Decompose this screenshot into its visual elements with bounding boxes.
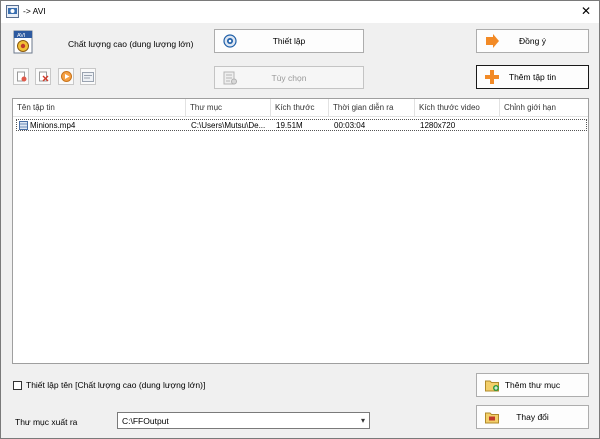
change-label: Thay đổi [516,412,549,422]
close-icon[interactable]: ✕ [579,4,593,18]
add-folder-icon [485,380,499,392]
converter-window: -> AVI ✕ AVI Chất lượng cao (dung lượng … [0,0,600,439]
list-header: Tên tập tin Thư mục Kích thước Thời gian… [13,99,588,117]
options-icon [223,71,237,84]
settings-label: Thiết lập [272,36,306,46]
add-folder-button[interactable]: Thêm thư mục [476,373,589,397]
window-title: -> AVI [23,6,46,16]
options-label: Tùy chọn [271,72,307,83]
remove-file-button[interactable] [13,68,29,85]
add-folder-label: Thêm thư mục [504,380,561,390]
clear-list-icon [38,71,48,82]
cell-video-size: 1280x720 [420,121,456,130]
video-file-icon [19,121,28,130]
output-folder-value: C:\FFOutput [122,416,169,426]
avi-badge-text: AVI [17,33,26,39]
settings-icon [223,34,237,48]
plus-icon [485,70,499,84]
avi-format-icon: AVI [13,30,33,54]
add-file-label: Thêm tập tin [508,72,557,82]
profile-label: Chất lượng cao (dung lượng lớn) [68,39,194,49]
cell-limit [503,120,587,132]
ok-button[interactable]: Đồng ý [476,29,589,53]
remove-file-icon [16,71,26,82]
media-info-icon [82,71,94,82]
cell-file-name: Minions.mp4 [30,121,76,130]
file-list[interactable]: Tên tập tin Thư mục Kích thước Thời gian… [12,98,589,364]
change-button[interactable]: Thay đổi [476,405,589,429]
column-header-name[interactable]: Tên tập tin [13,99,186,117]
play-button[interactable] [58,68,74,85]
naming-checkbox[interactable] [13,380,22,390]
column-header-size[interactable]: Kích thước [271,99,329,117]
output-folder-label: Thư mục xuất ra [15,417,78,427]
ok-label: Đồng ý [519,36,546,46]
title-bar: -> AVI ✕ [1,1,599,23]
add-file-button[interactable]: Thêm tập tin [476,65,589,89]
output-folder-select[interactable]: C:\FFOutput ▾ [117,412,370,429]
naming-option[interactable]: Thiết lập tên [Chất lượng cao (dung lượn… [13,380,205,390]
options-button[interactable]: Tùy chọn [214,66,364,89]
column-header-folder[interactable]: Thư mục [186,99,271,117]
clear-list-button[interactable] [35,68,51,85]
arrow-right-icon [486,34,499,48]
column-header-limit[interactable]: Chỉnh giới hạn [500,99,588,117]
cell-folder: C:\Users\Mutsu\De... [191,121,266,130]
play-icon [60,71,72,82]
app-icon [6,5,19,18]
cell-size: 19.51M [276,121,303,130]
settings-button[interactable]: Thiết lập [214,29,364,53]
folder-icon [485,412,499,424]
table-row[interactable]: Minions.mp4 C:\Users\Mutsu\De... 19.51M … [16,119,587,131]
cell-duration: 00:03:04 [334,121,366,130]
media-info-button[interactable] [80,68,96,85]
naming-label: Thiết lập tên [Chất lượng cao (dung lượn… [26,380,206,390]
column-header-duration[interactable]: Thời gian diễn ra [329,99,415,117]
column-header-video-size[interactable]: Kích thước video [415,99,500,117]
chevron-down-icon: ▾ [360,416,365,425]
